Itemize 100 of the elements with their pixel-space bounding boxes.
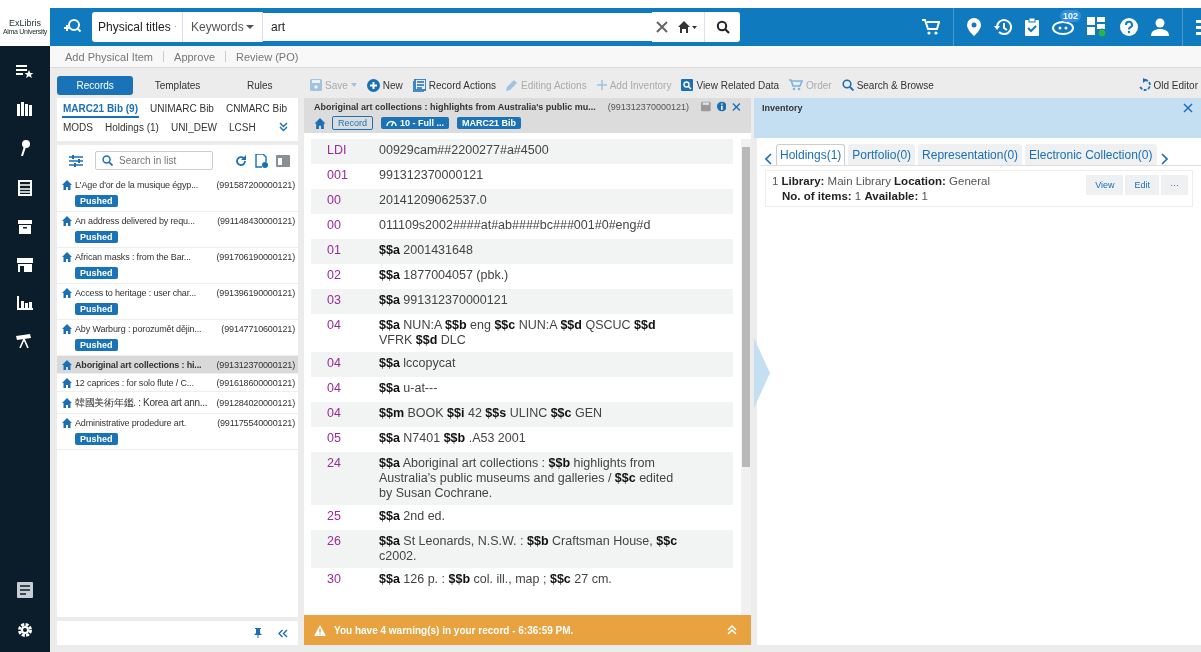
ledger-icon[interactable] xyxy=(18,180,32,196)
record-list-item[interactable]: L'Age d'or de la musique égyp... (991587200000121) Pushed xyxy=(57,176,298,212)
field-tag: 02 xyxy=(311,268,379,285)
menu-icon[interactable] xyxy=(1196,19,1201,35)
record-title: Aby Warburg : porozumět dějin... xyxy=(75,324,202,334)
field-value[interactable]: $$a 1877004057 (pbk.) xyxy=(379,268,689,285)
settings-icon[interactable] xyxy=(17,622,33,638)
location-pin-icon[interactable] xyxy=(967,18,981,36)
record-type-tab[interactable]: MARC21 Bib (9) xyxy=(62,101,139,118)
cart-icon[interactable] xyxy=(922,18,940,36)
quick-link[interactable]: Approve xyxy=(174,50,216,63)
split-view-icon[interactable] xyxy=(276,154,290,167)
books-icon[interactable] xyxy=(17,102,33,116)
record-list-item[interactable]: An address delivered by requ... (991148430000121) Pushed xyxy=(57,212,298,248)
dashboard-icon[interactable] xyxy=(1087,17,1107,37)
record-title: L'Age d'or de la musique égyp... xyxy=(75,180,199,190)
record-id: (991618600000121) xyxy=(216,378,295,388)
field-dropdown[interactable]: Keywords xyxy=(183,12,263,42)
field-value[interactable]: $$a St Leonards, N.S.W. : $$b Craftsman House, $$c c2002. xyxy=(379,534,689,564)
clipboard-icon[interactable] xyxy=(1025,18,1039,36)
record-type-tab[interactable]: MODS xyxy=(62,120,94,137)
key-icon[interactable] xyxy=(20,140,30,156)
inventory-tab[interactable]: Electronic Collection(0) xyxy=(1025,144,1157,165)
inventory-tab[interactable]: Portfolio(0) xyxy=(848,144,916,165)
scroll-left-icon[interactable] xyxy=(765,153,773,165)
field-value[interactable]: $$a 2001431648 xyxy=(379,243,689,260)
bar-chart-icon[interactable] xyxy=(17,296,33,310)
field-value[interactable]: $$a 991312370000121 xyxy=(379,293,689,310)
pin-icon[interactable] xyxy=(254,628,262,638)
search-icon xyxy=(102,155,113,166)
info-icon[interactable] xyxy=(716,101,727,112)
user-icon[interactable] xyxy=(1151,18,1169,36)
holding-action-button[interactable]: ··· xyxy=(1161,175,1188,195)
panel-tab[interactable]: Templates xyxy=(139,75,216,95)
close-icon[interactable] xyxy=(1183,103,1193,113)
record-list-item[interactable]: 12 caprices : for solo flute / C... (991618600000121) xyxy=(57,374,298,392)
holding-summary: 1 Library: Main Library Location: General xyxy=(772,175,990,187)
close-icon[interactable] xyxy=(656,21,668,33)
field-value[interactable]: $$a 2nd ed. xyxy=(379,509,689,526)
record-list-item[interactable]: 韓國美術年鑑. : Korea art ann... (991284020000121) xyxy=(57,392,298,414)
filter-icon[interactable] xyxy=(69,154,83,167)
field-value[interactable]: $$a NUN:A $$b eng $$c NUN:A $$d QSCUC $$d VFRK $$d DLC xyxy=(379,318,689,348)
home-icon[interactable] xyxy=(678,21,698,33)
scope-dropdown[interactable]: Physical titles xyxy=(92,12,183,42)
toolbar-button[interactable]: Search & Browse xyxy=(841,79,934,91)
scroll-right-icon[interactable] xyxy=(1159,153,1168,165)
telescope-icon[interactable] xyxy=(16,334,34,348)
toolbar-button[interactable]: New xyxy=(366,78,403,92)
document-icon[interactable] xyxy=(17,582,33,598)
notification-icon[interactable] xyxy=(1052,19,1074,35)
field-value[interactable]: $$a u-at--- xyxy=(379,381,689,398)
inventory-tab[interactable]: Holdings(1) xyxy=(776,144,846,165)
store-icon[interactable] xyxy=(17,258,33,272)
field-value[interactable]: $$a 126 p. : $$b col. ill., map ; $$c 27 cm. xyxy=(379,572,689,589)
close-icon[interactable] xyxy=(732,101,741,112)
panel-pointer-icon xyxy=(754,338,770,408)
search-field[interactable]: art xyxy=(263,13,652,41)
quick-link[interactable]: Review (PO) xyxy=(236,50,299,63)
help-icon[interactable] xyxy=(1120,18,1138,36)
field-value[interactable]: $$a N7401 $$b .A53 2001 xyxy=(379,431,689,448)
list-search-field[interactable]: Search in list xyxy=(95,151,213,170)
record-type-tab[interactable]: Holdings (1) xyxy=(104,120,160,137)
quick-link[interactable]: Add Physical Item xyxy=(65,50,154,63)
expand-icon[interactable] xyxy=(279,122,288,132)
field-value[interactable]: 20141209062537.0 xyxy=(379,193,689,210)
toolbar-button[interactable]: View Related Data xyxy=(681,79,780,91)
home-icon xyxy=(62,180,72,190)
record-title: An address delivered by requ... xyxy=(75,216,195,226)
field-value[interactable]: 991312370000121 xyxy=(379,168,689,185)
holding-action-button[interactable]: View xyxy=(1086,175,1124,195)
toolbar-button[interactable]: Record Actions xyxy=(412,78,497,92)
collapse-icon[interactable] xyxy=(278,628,288,638)
field-value[interactable]: 00929cam##2200277#a#4500 xyxy=(379,143,689,160)
panel-tab[interactable]: Records xyxy=(57,75,134,95)
field-value[interactable]: $$m BOOK $$i 42 $$s ULINC $$c GEN xyxy=(379,406,689,423)
refresh-icon[interactable] xyxy=(235,154,247,167)
record-title: Access to heritage : user char... xyxy=(75,288,197,298)
document-settings-icon[interactable] xyxy=(255,153,268,168)
inventory-tab[interactable]: Representation(0) xyxy=(918,144,1023,165)
record-list-item[interactable]: Administrative prodedure art. (991175540000121) Pushed xyxy=(57,414,298,450)
holding-action-button[interactable]: Edit xyxy=(1125,175,1159,195)
field-value[interactable]: 011109s2002####at#ab####bc###001#0#eng#d xyxy=(379,218,689,235)
starred-list-icon[interactable] xyxy=(16,64,34,78)
record-type-tab[interactable]: LCSH xyxy=(228,120,257,137)
record-list-item[interactable]: African masks : from the Bar... (991706190000121) Pushed xyxy=(57,248,298,284)
panel-tab[interactable]: Rules xyxy=(221,75,298,95)
record-type-tab[interactable]: CNMARC Bib xyxy=(224,101,289,118)
record-title: 韓國美術年鑑. : Korea art ann... xyxy=(75,396,208,410)
record-type-tab[interactable]: UNI_DEW xyxy=(169,120,219,137)
record-type-tab[interactable]: UNIMARC Bib xyxy=(149,101,215,118)
record-list-item[interactable]: Aboriginal art collections : hi... (991312370000121) xyxy=(57,356,298,374)
search-button[interactable] xyxy=(704,12,740,42)
old-editor-button[interactable]: Old Editor xyxy=(1138,78,1198,92)
record-list-item[interactable]: Access to heritage : user char... (991396190000121) Pushed xyxy=(57,284,298,320)
field-value[interactable]: $$a Aboriginal art collections : $$b highlights from Australia's public museums and galleries / $$c edited by Susan Cochrane. xyxy=(379,456,689,501)
home-icon xyxy=(62,398,72,408)
field-value[interactable]: $$a lccopycat xyxy=(379,356,689,373)
archive-icon[interactable] xyxy=(18,220,32,234)
scrollbar[interactable] xyxy=(741,139,751,615)
history-icon[interactable] xyxy=(994,18,1012,36)
